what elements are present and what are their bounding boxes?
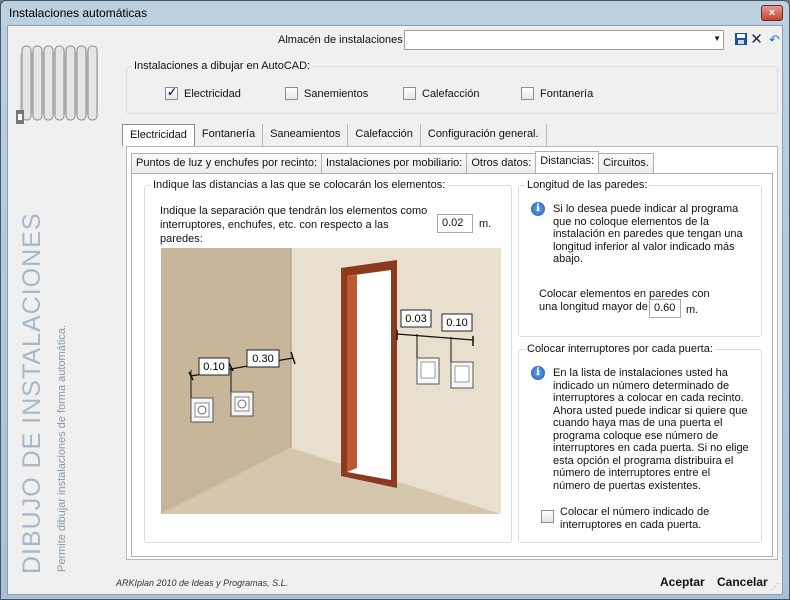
checkbox-label: Electricidad — [184, 87, 241, 100]
checkbox-saneamientos[interactable]: Sanemientos — [285, 87, 368, 100]
wall-length-input[interactable]: 0.60 — [649, 299, 681, 318]
separation-text: Indique la separación que tendrán los el… — [160, 205, 428, 245]
copyright-text: ARKIplan 2010 de Ideas y Programas, S.L. — [116, 578, 289, 588]
tab-saneamientos[interactable]: Saneamientos — [263, 124, 349, 146]
side-banner: DIBUJO DE INSTALACIONES Permite dibujar … — [8, 26, 120, 574]
undo-icon[interactable]: ↶ — [767, 32, 782, 47]
checkbox-box[interactable] — [521, 87, 534, 100]
subtab-puntos-luz[interactable]: Puntos de luz y enchufes por recinto: — [131, 153, 322, 173]
footer-bar: ARKIplan 2010 de Ideas y Programas, S.L.… — [8, 572, 782, 594]
sub-tabs: Puntos de luz y enchufes por recinto: In… — [131, 151, 654, 173]
checkbox-electricidad[interactable]: Electricidad — [165, 85, 241, 100]
dim-label-c: 0.03 — [405, 313, 426, 325]
subtab-mobiliario[interactable]: Instalaciones por mobiliario: — [321, 153, 468, 173]
subtab-distancias[interactable]: Distancias: — [535, 151, 600, 173]
checkbox-calefaccion[interactable]: Calefacción — [403, 87, 479, 100]
checkbox-box[interactable] — [165, 85, 178, 100]
dialog-window: Instalaciones automáticas × DIBUJO DE IN… — [0, 0, 790, 600]
side-subtitle: Permite dibujar instalaciones de forma a… — [56, 324, 68, 572]
per-door-checkbox-label: Colocar el número indicado de interrupto… — [560, 506, 710, 531]
close-button[interactable]: × — [761, 5, 783, 21]
side-big-title: DIBUJO DE INSTALACIONES — [18, 212, 46, 575]
store-combobox[interactable]: ▼ — [404, 30, 724, 50]
checkbox-fontaneria[interactable]: Fontanería — [521, 87, 593, 100]
radiator-icon — [16, 45, 98, 124]
per-door-info: En la lista de instalaciones usted ha in… — [553, 367, 749, 492]
resize-grip-icon[interactable]: ⋰ — [771, 582, 779, 591]
wall-length-unit: m. — [686, 304, 699, 316]
distancias-panel: Indique las distancias a las que se colo… — [131, 173, 773, 557]
chevron-down-icon[interactable]: ▼ — [713, 34, 721, 43]
distances-group: Indique las distancias a las que se colo… — [144, 179, 512, 543]
checkbox-label: Sanemientos — [304, 87, 369, 100]
main-tabs: Electricidad Fontanería Saneamientos Cal… — [122, 124, 547, 146]
dim-label-b: 0.30 — [252, 353, 273, 365]
tab-calefaccion[interactable]: Calefacción — [348, 124, 421, 146]
electricidad-panel: Puntos de luz y enchufes por recinto: In… — [126, 146, 778, 560]
wall-length-group: Longitud de las paredes: i Si lo desea p… — [518, 179, 762, 337]
wall-length-info: Si lo desea puede indicar al programa qu… — [553, 203, 743, 265]
distances-group-title: Indique las distancias a las que se colo… — [151, 179, 448, 191]
cancel-button[interactable]: Cancelar — [717, 575, 768, 589]
save-icon[interactable] — [733, 32, 748, 47]
store-label: Almacén de instalaciones — [278, 34, 403, 46]
tab-fontaneria[interactable]: Fontanería — [195, 124, 264, 146]
checkbox-box[interactable] — [403, 87, 416, 100]
dim-label-d: 0.10 — [446, 317, 467, 329]
checkbox-box[interactable] — [541, 510, 554, 523]
draw-installations-group: Instalaciones a dibujar en AutoCAD: Elec… — [126, 60, 778, 114]
info-icon: i — [531, 366, 545, 380]
per-door-checkbox[interactable]: Colocar el número indicado de interrupto… — [541, 506, 720, 532]
dialog-client: DIBUJO DE INSTALACIONES Permite dibujar … — [7, 25, 783, 595]
title-bar: Instalaciones automáticas × — [1, 1, 789, 25]
delete-icon[interactable]: ✕ — [749, 32, 764, 47]
per-door-title: Colocar interruptores por cada puerta: — [525, 343, 715, 355]
room-illustration: 0.10 0.30 0.03 0.10 — [161, 248, 501, 514]
checkbox-label: Fontanería — [540, 87, 594, 100]
window-title: Instalaciones automáticas — [9, 6, 148, 20]
per-door-group: Colocar interruptores por cada puerta: i… — [518, 343, 762, 543]
separation-input[interactable]: 0.02 — [437, 214, 473, 233]
checkbox-label: Calefacción — [422, 87, 480, 100]
tab-configuracion[interactable]: Configuración general. — [421, 124, 547, 146]
checkbox-box[interactable] — [285, 87, 298, 100]
draw-group-title: Instalaciones a dibujar en AutoCAD: — [132, 60, 313, 72]
accept-button[interactable]: Aceptar — [660, 575, 705, 589]
info-icon: i — [531, 202, 545, 216]
dim-label-a: 0.10 — [203, 361, 224, 373]
subtab-circuitos[interactable]: Circuitos. — [598, 153, 654, 173]
subtab-otros-datos[interactable]: Otros datos: — [466, 153, 537, 173]
wall-length-title: Longitud de las paredes: — [525, 179, 650, 191]
tab-electricidad[interactable]: Electricidad — [122, 124, 195, 146]
separation-unit: m. — [479, 218, 492, 230]
